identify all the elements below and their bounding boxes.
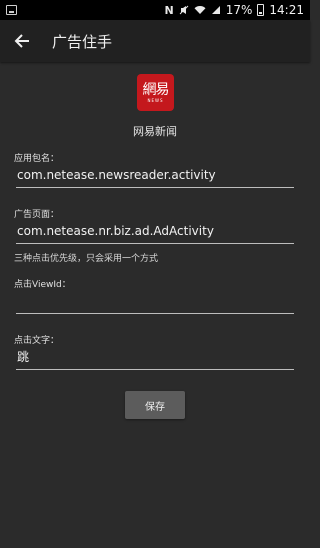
viewid-label: 点击ViewId： xyxy=(14,280,71,290)
package-label: 应用包名： xyxy=(14,154,60,164)
ad-page-field[interactable]: com.netease.nr.biz.ad.AdActivity xyxy=(16,222,294,244)
logo-text: 網易 xyxy=(142,81,170,98)
viewid-field[interactable] xyxy=(16,292,294,314)
app-logo: 網易 NEWS xyxy=(137,74,174,111)
app-name: 网易新闻 xyxy=(133,125,177,138)
page-title: 广告住手 xyxy=(52,32,113,51)
app-toolbar: 广告住手 xyxy=(0,20,310,62)
signal-icon xyxy=(211,6,220,14)
arrow-left-icon xyxy=(14,34,29,48)
nfc-icon: N xyxy=(164,3,174,17)
battery-percent: 17% xyxy=(225,3,253,17)
mute-icon xyxy=(179,5,189,15)
priority-hint: 三种点击优先级，只会采用一个方式 xyxy=(14,254,159,264)
image-notification-icon xyxy=(6,5,17,15)
ad-page-label: 广告页面： xyxy=(14,210,60,220)
back-button[interactable] xyxy=(4,23,40,59)
main-content: 網易 NEWS 网易新闻 应用包名： com.netease.newsreade… xyxy=(0,62,310,548)
battery-icon xyxy=(257,4,265,16)
wifi-icon xyxy=(194,6,206,14)
status-bar: N 17% 14:21 xyxy=(0,0,310,20)
logo-subtext: NEWS xyxy=(147,97,164,103)
save-button[interactable]: 保存 xyxy=(125,391,185,419)
status-icons: N 17% 14:21 xyxy=(165,3,304,17)
click-text-field[interactable]: 跳 xyxy=(16,348,294,370)
clock: 14:21 xyxy=(269,3,304,17)
package-field[interactable]: com.netease.newsreader.activity xyxy=(16,166,294,188)
click-text-label: 点击文字： xyxy=(14,336,60,346)
